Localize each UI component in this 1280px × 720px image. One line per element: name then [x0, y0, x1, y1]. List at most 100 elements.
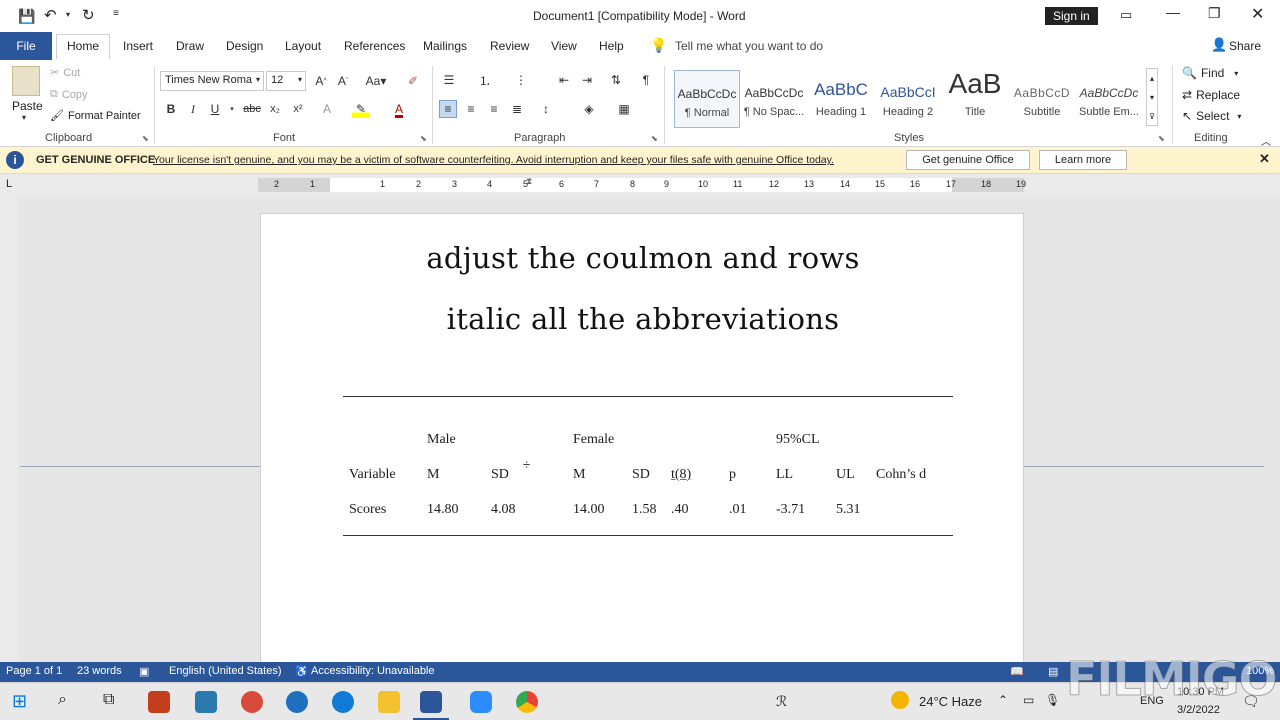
customize-qat-icon[interactable]: ≡	[113, 8, 119, 19]
underline-dropdown-icon[interactable]: ▾	[223, 100, 241, 118]
change-case-icon[interactable]: Aa▾	[362, 72, 390, 90]
style-normal[interactable]: AaBbCcDc ¶ Normal	[674, 70, 740, 128]
bullets-icon[interactable]: ☰	[440, 71, 458, 89]
infobar-message-link[interactable]: Your license isn't genuine, and you may …	[153, 154, 834, 166]
align-center-icon[interactable]: ≡	[462, 100, 480, 118]
file-explorer-icon[interactable]	[378, 691, 400, 713]
col-header-m[interactable]: M	[573, 467, 585, 483]
clipboard-launcher-icon[interactable]: ⬊	[142, 134, 149, 143]
font-name-input[interactable]: Times New Roma ▾	[160, 71, 264, 91]
multilevel-list-icon[interactable]: ⋮	[512, 71, 530, 89]
minimize-icon[interactable]: —	[1166, 4, 1180, 20]
col-header-cohns-d[interactable]: Cohn’s d	[876, 467, 926, 483]
weather-icon[interactable]	[891, 691, 909, 709]
paste-button[interactable]: Paste	[12, 99, 43, 113]
styles-launcher-icon[interactable]: ⬊	[1158, 134, 1165, 143]
share-icon[interactable]: 👤	[1211, 37, 1227, 53]
word-count[interactable]: 23 words	[77, 665, 122, 677]
people-icon[interactable]: ℛ	[776, 693, 787, 710]
word-icon[interactable]	[420, 691, 442, 713]
restore-icon[interactable]: ❐	[1208, 5, 1221, 22]
page-count[interactable]: Page 1 of 1	[6, 665, 62, 677]
borders-icon[interactable]: ▦	[615, 100, 633, 118]
search-icon[interactable]: ⌕	[58, 691, 67, 709]
align-right-icon[interactable]: ≡	[485, 100, 503, 118]
tab-mailings[interactable]: Mailings	[423, 39, 467, 53]
weather-text[interactable]: 24°C Haze	[919, 694, 982, 709]
shrink-font-icon[interactable]: Aˇ	[334, 72, 352, 90]
style-no-spacing[interactable]: AaBbCcDc ¶ No Spac...	[741, 70, 807, 128]
show-marks-icon[interactable]: ¶	[637, 71, 655, 89]
proofing-icon[interactable]: ▣	[139, 665, 149, 678]
close-icon[interactable]: ✕	[1259, 151, 1270, 167]
chevron-up-icon[interactable]: ▴	[1150, 74, 1154, 83]
zoom-icon[interactable]	[470, 691, 492, 713]
ribbon-display-icon[interactable]: ▭	[1120, 7, 1132, 23]
highlight-icon[interactable]: ✎	[352, 100, 370, 118]
get-genuine-office-button[interactable]: Get genuine Office	[906, 150, 1030, 170]
undo-icon[interactable]: ↶	[44, 6, 57, 24]
text-effects-icon[interactable]: A	[318, 100, 336, 118]
increase-indent-icon[interactable]: ⇥	[578, 71, 596, 89]
learn-more-button[interactable]: Learn more	[1039, 150, 1127, 170]
vertical-ruler[interactable]	[0, 196, 18, 662]
table-cell[interactable]: .40	[671, 502, 689, 518]
col-header-sd[interactable]: SD	[632, 467, 650, 483]
table-cell[interactable]: 4.08	[491, 502, 516, 518]
col-header-ll[interactable]: LL	[776, 467, 793, 483]
format-painter-button[interactable]: 🖌 Format Painter	[50, 109, 141, 123]
indent-marker-icon[interactable]: ⧗	[526, 176, 532, 187]
clear-formatting-icon[interactable]: ✐	[404, 72, 422, 90]
tab-references[interactable]: References	[344, 39, 405, 53]
tab-file[interactable]: File	[0, 32, 52, 60]
table-cell[interactable]: Scores	[349, 502, 386, 518]
powerpoint-icon[interactable]	[148, 691, 170, 713]
more-styles-icon[interactable]: ⊽	[1149, 112, 1155, 121]
language-indicator[interactable]: English (United States)	[169, 665, 282, 677]
cut-button[interactable]: ✂ Cut	[50, 66, 80, 80]
italic-icon[interactable]: I	[184, 100, 202, 118]
numbering-icon[interactable]: ⒈	[476, 71, 494, 89]
tab-layout[interactable]: Layout	[285, 39, 321, 53]
shading-icon[interactable]: ◈	[580, 100, 598, 118]
network-icon[interactable]: ▭	[1023, 693, 1034, 707]
tab-home[interactable]: Home	[56, 34, 111, 59]
table-cell[interactable]: 5.31	[836, 502, 861, 518]
document-page[interactable]: adjust the coulmon and rows italic all t…	[260, 213, 1024, 662]
microphone-icon[interactable]: 🎙	[1045, 693, 1060, 707]
styles-scroll[interactable]: ▴ ▾ ⊽	[1146, 68, 1158, 126]
superscript-icon[interactable]: x²	[289, 100, 307, 118]
app-icon[interactable]	[241, 691, 263, 713]
col-header-variable[interactable]: Variable	[349, 467, 396, 483]
group-header-ci[interactable]: 95%CL	[776, 432, 820, 448]
style-heading-1[interactable]: AaBbC Heading 1	[808, 70, 874, 128]
chevron-down-icon[interactable]: ▾	[1150, 93, 1154, 102]
table-cell[interactable]: 14.80	[427, 502, 459, 518]
col-header-sd[interactable]: SD	[491, 467, 509, 483]
align-left-icon[interactable]: ≡	[439, 100, 457, 118]
col-header-t[interactable]: t(8)	[671, 467, 691, 483]
share-button[interactable]: Share	[1229, 39, 1261, 53]
group-header-male[interactable]: Male	[427, 432, 456, 448]
tab-selector-icon[interactable]: L	[6, 178, 12, 190]
horizontal-ruler[interactable]: L 2 1 1 2 3 4 5 6 7 8 9 10 11 12 13 14 1…	[0, 174, 1280, 196]
style-subtle-emphasis[interactable]: AaBbCcDc Subtle Em...	[1076, 70, 1142, 128]
print-layout-icon[interactable]: ▤	[1048, 665, 1058, 678]
paste-icon[interactable]	[12, 66, 40, 96]
tab-design[interactable]: Design	[226, 39, 263, 53]
table-cell[interactable]: 14.00	[573, 502, 605, 518]
tab-draw[interactable]: Draw	[176, 39, 204, 53]
col-header-m[interactable]: M	[427, 467, 439, 483]
task-view-icon[interactable]: ⧉	[103, 691, 114, 709]
tell-me-search[interactable]: Tell me what you want to do	[675, 39, 823, 53]
justify-icon[interactable]: ≣	[508, 100, 526, 118]
tab-review[interactable]: Review	[490, 39, 529, 53]
app-icon[interactable]	[195, 691, 217, 713]
decrease-indent-icon[interactable]: ⇤	[555, 71, 573, 89]
read-mode-icon[interactable]: 📖	[1010, 665, 1024, 678]
undo-dropdown-icon[interactable]: ▾	[66, 10, 70, 19]
strikethrough-icon[interactable]: abc	[243, 100, 261, 118]
table-cell[interactable]: .01	[729, 502, 747, 518]
redo-icon[interactable]: ↻	[82, 6, 95, 24]
line-spacing-icon[interactable]: ↕	[537, 100, 555, 118]
